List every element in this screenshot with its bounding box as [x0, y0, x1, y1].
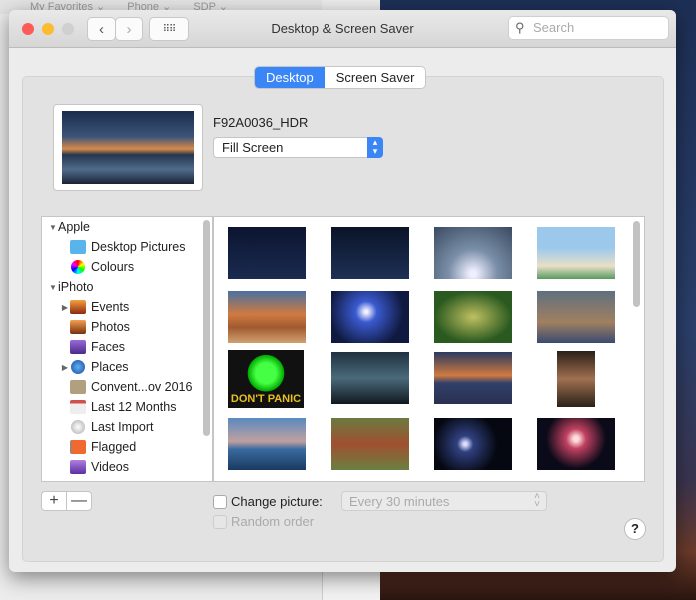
sidebar-item-label: Apple	[58, 220, 90, 234]
grid-scrollbar[interactable]	[633, 221, 640, 307]
wallpaper-thumbnail[interactable]	[557, 351, 595, 407]
sidebar-item-label: Flagged	[91, 440, 137, 454]
search-input[interactable]: ⚲ Search	[508, 16, 669, 40]
folder-icon	[70, 240, 86, 254]
sidebar-scrollbar[interactable]	[203, 220, 210, 436]
source-buttons: + —	[41, 491, 92, 511]
wallpaper-thumbnail[interactable]	[434, 227, 512, 279]
sidebar-item[interactable]: Videos	[42, 457, 212, 477]
wallpaper-thumbnail[interactable]	[331, 352, 409, 404]
sidebar-item[interactable]: Last Import	[42, 417, 212, 437]
preview-image	[62, 111, 194, 184]
wallpaper-thumbnail[interactable]	[228, 227, 306, 279]
sidebar-item-label: Places	[91, 360, 129, 374]
random-order-checkbox[interactable]	[213, 515, 227, 529]
sidebar-item-label: Desktop Pictures	[91, 240, 186, 254]
search-placeholder: Search	[533, 20, 575, 35]
wallpaper-thumbnail[interactable]	[434, 352, 512, 404]
title-bar: ‹ › ⠿⠿ Desktop & Screen Saver ⚲ Search	[9, 10, 676, 48]
updown-arrows-icon: ˄ ˅	[534, 491, 540, 510]
preferences-window: ‹ › ⠿⠿ Desktop & Screen Saver ⚲ Search De…	[9, 10, 676, 572]
wallpaper-thumbnail[interactable]: DON'T PANIC	[228, 350, 304, 408]
wallpaper-thumbnail[interactable]	[331, 418, 409, 470]
wallpaper-thumbnail[interactable]	[331, 291, 409, 343]
sidebar-item[interactable]: Desktop Pictures	[42, 237, 212, 257]
change-picture-checkbox[interactable]	[213, 495, 227, 509]
sidebar-item-label: iPhoto	[58, 280, 94, 294]
sidebar-item[interactable]: Colours	[42, 257, 212, 277]
add-source-button[interactable]: +	[42, 492, 66, 510]
album-icon	[70, 380, 86, 394]
help-button[interactable]: ?	[624, 518, 646, 540]
change-picture-label: Change picture:	[231, 494, 323, 509]
remove-source-button[interactable]: —	[66, 492, 91, 510]
faces-icon	[70, 340, 86, 354]
sidebar-item[interactable]: Convent...ov 2016	[42, 377, 212, 397]
disclosure-triangle-icon[interactable]: ▶	[60, 303, 70, 312]
wallpaper-thumbnail[interactable]	[434, 418, 512, 470]
sidebar-item[interactable]: Faces	[42, 337, 212, 357]
sidebar-item[interactable]: Photos	[42, 317, 212, 337]
random-order-label: Random order	[231, 514, 315, 529]
wallpaper-thumbnail[interactable]	[537, 418, 615, 470]
wallpaper-thumbnail[interactable]	[537, 227, 615, 279]
sidebar-item-label: Events	[91, 300, 130, 314]
sidebar-item[interactable]: ▼ iPhoto	[42, 277, 212, 297]
wallpaper-thumbnail[interactable]	[537, 291, 615, 343]
wallpaper-thumbnail[interactable]	[228, 291, 306, 343]
import-icon	[71, 420, 85, 434]
sidebar-item[interactable]: ▶ Places	[42, 357, 212, 377]
globe-icon	[71, 360, 85, 374]
sidebar-item[interactable]: ▼Folders	[42, 477, 212, 481]
fit-popup[interactable]: Fill Screen ▴ ▾	[213, 137, 383, 158]
source-list: ▼ Apple Desktop Pictures Colours ▼ iPhoto ▶ Eve…	[41, 216, 213, 482]
sidebar-item-label: Last 12 Months	[91, 400, 177, 414]
thumbnail-grid: DON'T PANIC	[213, 216, 645, 482]
sidebar-item[interactable]: ▶ Events	[42, 297, 212, 317]
sidebar-item-label: Convent...ov 2016	[91, 380, 193, 394]
sidebar-item-label: Photos	[91, 320, 130, 334]
calendar-icon	[70, 400, 86, 414]
flag-icon	[70, 440, 86, 454]
disclosure-triangle-icon[interactable]: ▼	[48, 283, 58, 292]
wallpaper-name: F92A0036_HDR	[213, 115, 309, 130]
events-icon	[70, 300, 86, 314]
sidebar-item-label: Last Import	[91, 420, 154, 434]
tab-screen-saver[interactable]: Screen Saver	[325, 67, 426, 88]
disclosure-triangle-icon[interactable]: ▼	[48, 223, 58, 232]
interval-value: Every 30 minutes	[349, 494, 450, 509]
sidebar-item[interactable]: ▼ Apple	[42, 217, 212, 237]
photos-icon	[70, 320, 86, 334]
fit-value: Fill Screen	[222, 140, 284, 155]
search-icon: ⚲	[515, 20, 525, 35]
tab-desktop[interactable]: Desktop	[255, 67, 325, 88]
wallpaper-preview	[53, 104, 203, 191]
videos-icon	[70, 460, 86, 474]
sidebar-item-label: Colours	[91, 260, 135, 274]
updown-arrows-icon: ▴ ▾	[367, 137, 383, 158]
sidebar-item-label: Videos	[91, 460, 129, 474]
sidebar-item-label: Faces	[91, 340, 126, 354]
wallpaper-thumbnail[interactable]	[434, 291, 512, 343]
thumbnail-caption: DON'T PANIC	[230, 393, 302, 405]
sidebar-item-label: Folders	[58, 480, 100, 481]
disclosure-triangle-icon[interactable]: ▶	[60, 363, 70, 372]
wallpaper-thumbnail[interactable]	[331, 227, 409, 279]
color-wheel-icon	[71, 260, 85, 274]
sidebar-item[interactable]: Last 12 Months	[42, 397, 212, 417]
interval-popup[interactable]: Every 30 minutes ˄ ˅	[341, 491, 547, 511]
wallpaper-thumbnail[interactable]	[228, 418, 306, 470]
tab-bar: Desktop Screen Saver	[254, 66, 427, 89]
sidebar-item[interactable]: Flagged	[42, 437, 212, 457]
